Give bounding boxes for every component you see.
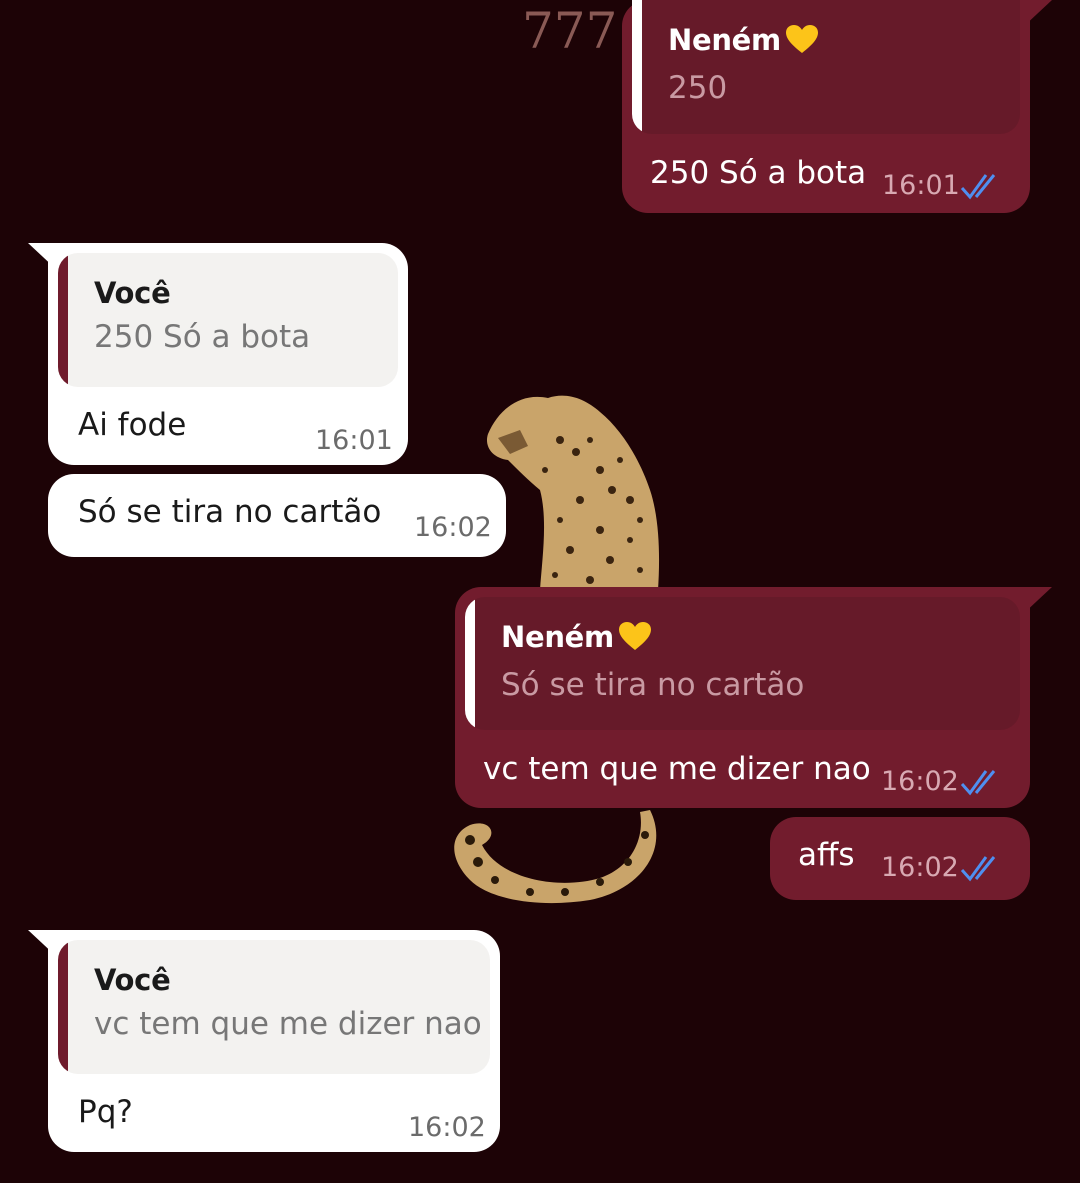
message-text: 250 Só a bota [650, 155, 867, 191]
message-text: vc tem que me dizer nao [483, 751, 871, 787]
message-text: Só se tira no cartão [78, 494, 382, 530]
quote-accent-bar [58, 940, 68, 1074]
message-text: affs [798, 837, 855, 873]
yellow-heart-icon [618, 621, 652, 659]
quote-author: Neném [668, 23, 781, 57]
message-time: 16:02 [881, 852, 959, 883]
quote-text: vc tem que me dizer nao [94, 1006, 482, 1042]
wallpaper-number: 777 [522, 2, 617, 60]
quote-author: Neném [501, 620, 614, 654]
quoted-message[interactable]: Você 250 Só a bota [58, 253, 398, 387]
outgoing-message[interactable]: Neném Só se tira no cartão vc tem que me… [455, 587, 1052, 808]
quoted-message[interactable]: Você vc tem que me dizer nao [58, 940, 490, 1074]
bubble-tail [1022, 587, 1052, 615]
message-time: 16:02 [881, 766, 959, 797]
read-receipt-icon [960, 770, 996, 796]
quoted-message[interactable]: Neném Só se tira no cartão [465, 597, 1020, 730]
quote-text: 250 Só a bota [94, 319, 311, 355]
message-time: 16:01 [315, 425, 393, 456]
message-time: 16:01 [882, 170, 960, 201]
outgoing-message[interactable]: affs 16:02 [770, 817, 1030, 900]
yellow-heart-icon [785, 24, 819, 62]
message-text: Pq? [78, 1094, 133, 1130]
read-receipt-icon [960, 856, 996, 882]
bubble-tail [28, 243, 58, 271]
bubble-tail [1022, 0, 1052, 28]
message-time: 16:02 [414, 512, 492, 543]
message-text: Ai fode [78, 407, 187, 443]
message-time: 16:02 [408, 1112, 486, 1143]
quote-author: Você [94, 963, 171, 997]
outgoing-message[interactable]: Neném 250 250 Só a bota 16:01 [622, 0, 1052, 213]
incoming-message[interactable]: Só se tira no cartão 16:02 [48, 474, 506, 557]
quoted-message[interactable]: Neném 250 [632, 0, 1020, 134]
quote-text: 250 [668, 70, 728, 106]
quote-author: Você [94, 276, 171, 310]
quote-accent-bar [465, 597, 475, 730]
incoming-message[interactable]: Você vc tem que me dizer nao Pq? 16:02 [28, 930, 500, 1152]
quote-text: Só se tira no cartão [501, 667, 805, 703]
bubble-tail [28, 930, 58, 958]
incoming-message[interactable]: Você 250 Só a bota Ai fode 16:01 [28, 243, 408, 465]
read-receipt-icon [960, 174, 996, 200]
quote-accent-bar [632, 0, 642, 134]
quote-accent-bar [58, 253, 68, 387]
